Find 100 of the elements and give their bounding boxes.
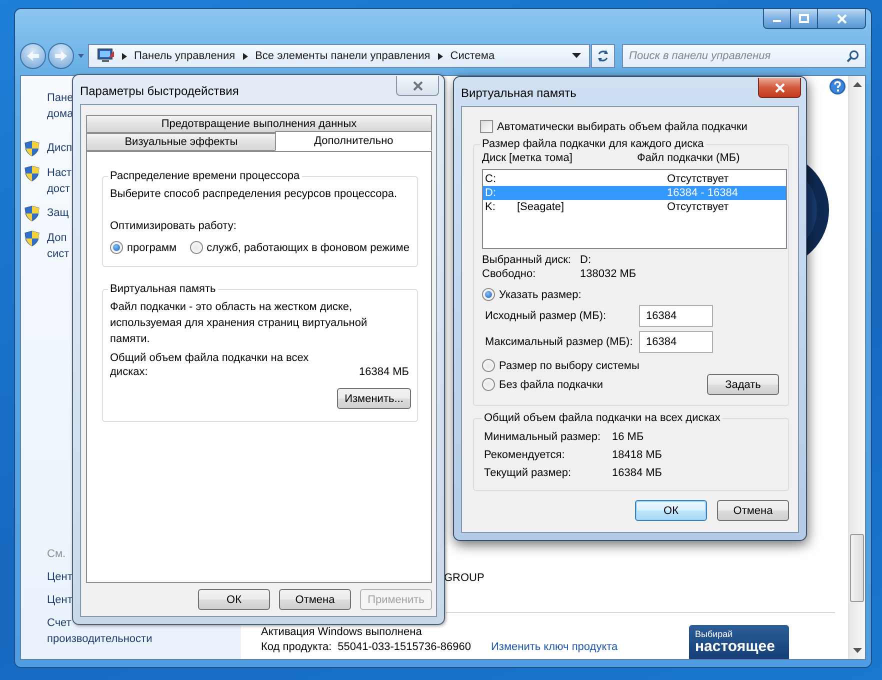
radio-label[interactable]: Без файла подкачки xyxy=(499,378,603,390)
activation-status: Активация Windows выполнена xyxy=(261,625,422,640)
close-button[interactable] xyxy=(758,78,801,98)
info-value: 16384 МБ xyxy=(612,466,664,481)
dropdown-icon[interactable] xyxy=(572,53,581,59)
checkbox-label[interactable]: Автоматически выбирать объем файла подкачки xyxy=(497,120,748,132)
paging-size: 16384 - 16384 xyxy=(667,186,738,200)
field-label: Максимальный размер (МБ): xyxy=(485,336,634,348)
scrollbar[interactable] xyxy=(848,76,865,659)
description-text: Файл подкачки - это область на жестком диске, используемая для хранения страниц виртуальной памяти. xyxy=(110,300,368,347)
radio-label[interactable]: Размер по выбору системы xyxy=(499,360,640,372)
chevron-icon xyxy=(122,52,127,60)
product-key-label: Код продукта: xyxy=(261,640,332,655)
back-button[interactable] xyxy=(20,43,46,69)
radio-label[interactable]: служб, работающих в фоновом режиме xyxy=(206,242,410,254)
disk-letter: D: xyxy=(485,186,497,200)
column-header: Диск [метка тома] xyxy=(482,151,574,165)
size-field[interactable]: 16384 xyxy=(639,305,713,327)
radio-button[interactable] xyxy=(482,288,495,301)
info-label: Свободно: xyxy=(482,267,537,281)
dialog-title: Виртуальная память xyxy=(461,86,576,100)
nav-link[interactable]: Пане дома xyxy=(47,90,74,122)
nav-link[interactable]: Защ xyxy=(47,205,69,221)
group-title: Распределение времени процессора xyxy=(109,170,301,182)
change-button[interactable]: Изменить... xyxy=(337,388,411,409)
scroll-thumb[interactable] xyxy=(850,534,864,602)
disk-letter: K: xyxy=(485,200,496,214)
radio-label[interactable]: Указать размер: xyxy=(499,288,582,300)
close-button[interactable] xyxy=(396,76,439,96)
paging-size: Отсутствует xyxy=(667,200,729,214)
radio-button[interactable] xyxy=(482,378,495,391)
info-value: D: xyxy=(580,253,592,267)
genuine-banner[interactable]: Выбирай настоящее xyxy=(689,625,789,659)
radio-button[interactable] xyxy=(110,241,123,254)
shield-icon xyxy=(24,140,40,157)
dialog-button[interactable]: ОК xyxy=(635,500,707,521)
nav-link[interactable]: Счет производительности xyxy=(47,615,152,647)
address-bar[interactable]: Панель управления Все элементы панели управления Система xyxy=(88,44,590,68)
close-button[interactable] xyxy=(817,9,866,29)
total-label: Общий объем файла подкачки на всех дисках: xyxy=(110,351,310,379)
shield-icon xyxy=(24,230,40,247)
refresh-icon[interactable] xyxy=(596,49,610,63)
description-text: Выберите способ распределения ресурсов процессора. xyxy=(110,187,398,202)
radio-label[interactable]: программ xyxy=(127,242,177,254)
group-title: Размер файла подкачки для каждого диска xyxy=(481,138,705,150)
tab[interactable]: Визуальные эффекты xyxy=(86,133,276,151)
banner-text: Выбирай xyxy=(695,629,733,639)
search-box[interactable]: Поиск в панели управления xyxy=(622,44,866,68)
forward-button[interactable] xyxy=(48,43,74,69)
shield-icon xyxy=(24,205,40,222)
info-label: Текущий размер: xyxy=(484,466,572,481)
scroll-up-icon[interactable] xyxy=(852,82,862,87)
section-heading: См. xyxy=(47,547,67,562)
banner-text: настоящее xyxy=(695,639,775,655)
dialog-button[interactable]: ОК xyxy=(198,589,270,610)
tab[interactable]: Предотвращение выполнения данных xyxy=(86,115,432,133)
group-title: Общий объем файла подкачки на всех дисках xyxy=(483,412,722,424)
nav-link[interactable]: Наст дост xyxy=(47,165,72,197)
minimize-button[interactable] xyxy=(763,9,791,29)
checkbox[interactable] xyxy=(480,120,493,133)
radio-button[interactable] xyxy=(482,359,495,372)
search-icon[interactable] xyxy=(846,50,859,62)
column-header: Файл подкачки (МБ) xyxy=(637,151,740,165)
set-button[interactable]: Задать xyxy=(707,374,779,395)
tab[interactable]: Дополнительно xyxy=(275,131,432,151)
change-key-link[interactable]: Изменить ключ продукта xyxy=(491,640,618,655)
disk-letter: C: xyxy=(485,172,497,186)
dialog-button[interactable]: Отмена xyxy=(279,589,351,610)
shield-icon xyxy=(24,165,40,182)
info-label: Выбранный диск: xyxy=(482,253,572,267)
info-value: 138032 МБ xyxy=(580,267,638,281)
close-icon[interactable] xyxy=(412,80,424,90)
breadcrumb-item[interactable]: Все элементы панели управления xyxy=(255,50,430,62)
radio-button[interactable] xyxy=(190,241,203,254)
disk-row[interactable]: C: Отсутствует xyxy=(483,172,786,186)
info-label: Рекомендуется: xyxy=(484,448,566,463)
disk-row[interactable]: K: [Seagate] Отсутствует xyxy=(483,200,786,214)
size-field[interactable]: 16384 xyxy=(639,331,713,353)
nav-link[interactable]: Доп сист xyxy=(47,230,70,262)
option-label: Оптимизировать работу: xyxy=(110,219,238,234)
total-value: 16384 МБ xyxy=(358,365,409,379)
search-field[interactable]: Поиск в панели управления xyxy=(629,50,846,62)
volume-label: [Seagate] xyxy=(517,201,564,213)
chevron-icon xyxy=(243,52,248,60)
scroll-down-icon[interactable] xyxy=(852,648,862,653)
nav-link[interactable]: Цент xyxy=(47,592,72,608)
workgroup-value: GROUP xyxy=(443,571,484,586)
breadcrumb-item[interactable]: Панель управления xyxy=(134,50,236,62)
info-value: 18418 МБ xyxy=(612,448,664,463)
refresh-button[interactable] xyxy=(591,44,615,68)
info-label: Минимальный размер: xyxy=(484,430,602,445)
group-title: Виртуальная память xyxy=(109,283,217,295)
chevron-icon xyxy=(438,52,444,60)
paging-size: Отсутствует xyxy=(667,172,729,186)
dialog-button[interactable]: Отмена xyxy=(717,500,789,521)
nav-link[interactable]: Дисп xyxy=(47,140,72,156)
help-icon[interactable] xyxy=(829,78,846,95)
breadcrumb-item[interactable]: Система xyxy=(450,50,495,62)
maximize-button[interactable] xyxy=(790,9,818,29)
nav-link[interactable]: Цент xyxy=(47,569,72,585)
